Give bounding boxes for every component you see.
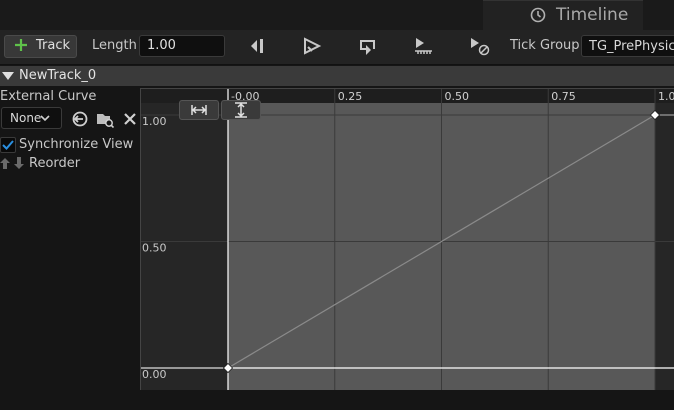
tick-group-label: Tick Group: [510, 38, 580, 53]
length-label: Length: [92, 38, 137, 53]
reorder-label: Reorder: [29, 156, 81, 171]
synchronize-view-label: Synchronize View: [19, 137, 134, 152]
curve-graph[interactable]: -0.000.250.500.751.001.000.500.00: [141, 89, 674, 391]
use-selected-asset-icon[interactable]: [71, 110, 89, 128]
track-header: [0, 66, 674, 86]
fit-vertical-icon: [235, 102, 247, 118]
replicated-icon[interactable]: [412, 35, 436, 57]
y-tick-label: 1.00: [142, 115, 167, 128]
external-curve-select[interactable]: None: [1, 107, 62, 129]
external-curve-value: None: [10, 111, 42, 125]
play-icon[interactable]: [300, 35, 324, 57]
length-input[interactable]: 1.00: [139, 35, 225, 57]
checkmark-icon: [2, 140, 14, 150]
curve-editor[interactable]: -0.000.250.500.751.001.000.500.00: [140, 88, 674, 391]
synchronize-view-checkbox[interactable]: [0, 137, 16, 153]
clear-icon[interactable]: [121, 110, 139, 128]
window-title: Timeline: [556, 5, 629, 25]
fit-vertical-button[interactable]: [221, 100, 261, 120]
fit-horizontal-button[interactable]: [179, 100, 219, 120]
reorder-arrows-icon[interactable]: [0, 156, 28, 170]
browse-folder-icon[interactable]: [96, 110, 114, 128]
chevron-down-icon: [40, 115, 50, 122]
autoplay-icon[interactable]: [245, 35, 269, 57]
fit-horizontal-icon: [191, 105, 207, 115]
x-tick-label: 0.75: [551, 90, 576, 103]
x-tick-label: 1.00: [658, 90, 674, 103]
add-track-label: Track: [36, 38, 71, 53]
track-settings-panel: [0, 86, 140, 410]
collapse-arrow-icon[interactable]: [2, 71, 14, 81]
plus-icon: [13, 37, 29, 53]
ignore-time-dilation-icon[interactable]: [467, 35, 491, 57]
y-tick-label: 0.00: [142, 368, 167, 381]
loop-icon[interactable]: [356, 35, 380, 57]
x-tick-label: 0.50: [445, 90, 470, 103]
y-tick-label: 0.50: [142, 242, 167, 255]
external-curve-label: External Curve: [0, 89, 97, 104]
tick-group-select[interactable]: TG_PrePhysics: [581, 35, 674, 57]
x-tick-label: 0.25: [338, 90, 363, 103]
track-name[interactable]: NewTrack_0: [19, 68, 96, 83]
bottom-strip: [0, 390, 674, 410]
clock-icon: [530, 7, 546, 23]
